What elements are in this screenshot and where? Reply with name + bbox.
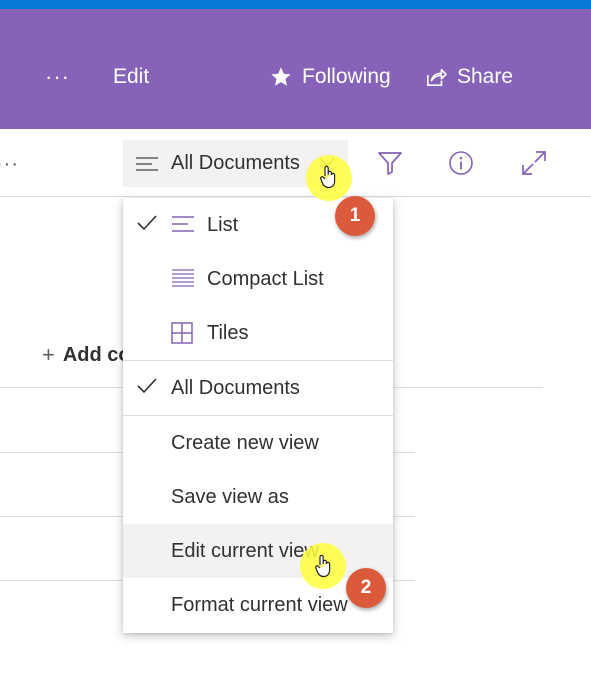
menu-item-edit-current-view[interactable]: Edit current view	[123, 524, 393, 578]
menu-item-create-new-view[interactable]: Create new view	[123, 416, 393, 470]
checkmark-icon	[137, 378, 157, 394]
add-column-button[interactable]: + Add co	[42, 342, 131, 368]
info-button[interactable]	[447, 149, 475, 177]
menu-item-tiles[interactable]: Tiles	[123, 306, 393, 360]
edit-label: Edit	[113, 65, 150, 88]
following-label: Following	[302, 65, 391, 88]
menu-item-label: Create new view	[171, 431, 319, 454]
edit-button[interactable]: Edit	[113, 63, 149, 91]
share-label: Share	[457, 65, 514, 88]
following-button[interactable]: Following	[270, 63, 391, 91]
menu-item-label: Edit current view	[171, 539, 319, 562]
compact-list-icon	[172, 269, 194, 287]
checkmark-icon	[137, 215, 157, 231]
menu-item-all-documents[interactable]: All Documents	[123, 361, 393, 415]
plus-icon: +	[42, 342, 55, 367]
filter-icon	[378, 152, 402, 175]
header-more-button[interactable]: ···	[45, 63, 70, 91]
hand-cursor-icon	[320, 165, 336, 189]
step-badge-2: 2	[346, 568, 386, 608]
step-badge-1: 1	[335, 196, 375, 236]
view-selector-label: All Documents	[171, 152, 300, 174]
filter-button[interactable]	[376, 149, 404, 177]
add-column-label: Add co	[62, 343, 131, 366]
list-icon	[136, 156, 158, 171]
star-icon	[271, 67, 291, 86]
view-options-menu: List Compact List Tiles All Documents Cr…	[123, 198, 393, 633]
list-icon	[172, 216, 194, 232]
command-bar: ··· All Documents	[0, 129, 591, 197]
info-icon	[449, 151, 473, 175]
hand-cursor-icon	[315, 554, 331, 578]
menu-item-save-view-as[interactable]: Save view as	[123, 470, 393, 524]
expand-icon	[522, 151, 546, 175]
menu-item-label: Tiles	[207, 321, 249, 344]
menu-item-label: Compact List	[207, 267, 324, 290]
tiles-icon	[171, 322, 193, 344]
share-icon	[427, 68, 447, 86]
menu-item-label: All Documents	[171, 376, 300, 399]
site-header: ··· Edit Following Share	[0, 9, 591, 129]
menu-item-label: Format current view	[171, 593, 348, 616]
suite-bar	[0, 0, 591, 9]
menu-item-label: List	[207, 213, 239, 236]
menu-item-label: Save view as	[171, 485, 289, 508]
command-more-button[interactable]: ···	[0, 153, 19, 176]
share-button[interactable]: Share	[425, 63, 513, 91]
expand-button[interactable]	[520, 149, 548, 177]
menu-item-compact-list[interactable]: Compact List	[123, 252, 393, 306]
